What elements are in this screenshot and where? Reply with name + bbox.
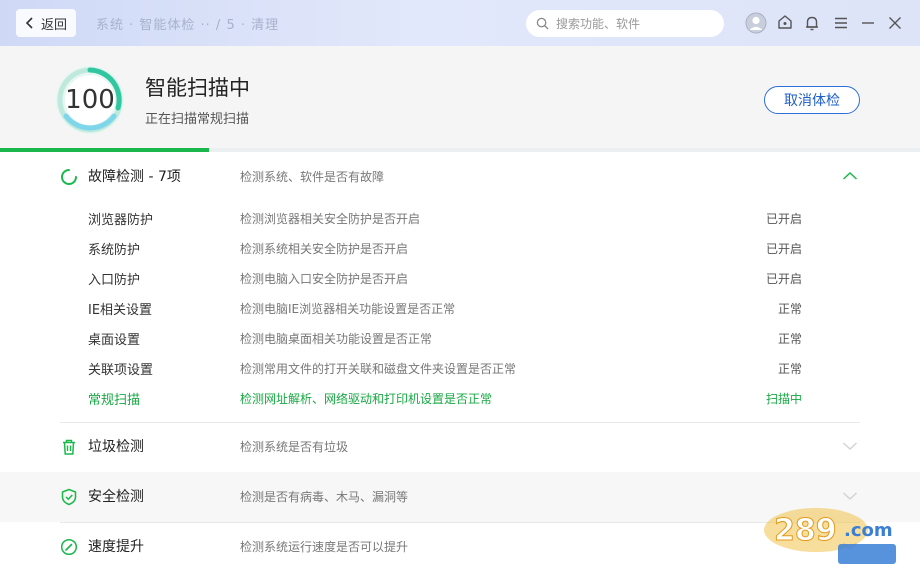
check-item-status: 扫描中 (765, 392, 802, 406)
title-bar: 返回 系统 · 智能体检 ·· / 5 · 清理 (0, 0, 920, 46)
check-item-status: 正常 (777, 332, 802, 346)
minimize-icon[interactable] (856, 11, 880, 35)
section-title: 速度提升 (88, 539, 144, 555)
back-button[interactable]: 返回 (16, 9, 76, 37)
check-item-desc: 检测网址解析、网络驱动和打印机设置是否正常 (240, 392, 493, 406)
check-item-name: 入口防护 (88, 273, 141, 288)
chevron-down-icon[interactable] (842, 440, 858, 452)
section-junk-detection[interactable]: 垃圾检测 检测系统是否有垃圾 (0, 422, 920, 472)
check-item-name: 桌面设置 (88, 333, 141, 348)
check-item-desc: 检测常用文件的打开关联和磁盘文件夹设置是否正常 (240, 362, 517, 376)
check-item-status: 已开启 (765, 272, 802, 286)
check-item-desc: 检测电脑桌面相关功能设置是否正常 (240, 332, 433, 346)
cancel-scan-button[interactable]: 取消体检 (764, 86, 860, 114)
scan-header: 100 智能扫描中 正在扫描常规扫描 取消体检 (0, 46, 920, 150)
check-item: 浏览器防护 检测浏览器相关安全防护是否开启 已开启 (0, 202, 920, 232)
watermark-logo-icon: 289 .com (764, 508, 896, 564)
check-item: 入口防护 检测电脑入口安全防护是否开启 已开启 (0, 262, 920, 292)
section-title: 垃圾检测 (88, 439, 144, 455)
check-item: 关联项设置 检测常用文件的打开关联和磁盘文件夹设置是否正常 正常 (0, 352, 920, 382)
close-icon[interactable] (883, 11, 907, 35)
avatar-icon[interactable] (743, 10, 769, 36)
check-item: 系统防护 检测系统相关安全防护是否开启 已开启 (0, 232, 920, 262)
search-input[interactable] (556, 16, 716, 31)
check-item-name: 系统防护 (88, 243, 141, 258)
check-item-desc: 检测系统相关安全防护是否开启 (240, 242, 409, 256)
loading-spinner-icon (61, 169, 77, 185)
section-desc: 检测系统运行速度是否可以提升 (240, 540, 409, 554)
section-title: 安全检测 (88, 489, 144, 505)
search-box[interactable] (526, 10, 724, 37)
check-item-desc: 检测电脑入口安全防护是否开启 (240, 272, 409, 286)
section-desc: 检测系统、软件是否有故障 (240, 170, 385, 184)
skin-icon[interactable] (773, 11, 797, 35)
search-icon (536, 17, 549, 30)
score-value: 100 (65, 85, 115, 115)
check-item-status: 正常 (777, 302, 802, 316)
page-title: 智能扫描中 (145, 76, 250, 100)
speedometer-icon (60, 538, 78, 556)
breadcrumb: 系统 · 智能体检 ·· / 5 · 清理 (96, 18, 280, 33)
check-item-name: 常规扫描 (88, 393, 141, 408)
section-title: 故障检测 - 7项 (88, 169, 181, 185)
check-item-desc: 检测浏览器相关安全防护是否开启 (240, 212, 421, 226)
check-item-name: 关联项设置 (88, 363, 154, 378)
app-window: 返回 系统 · 智能体检 ·· / 5 · 清理 搜索功能、软件 100 智能扫… (0, 0, 920, 580)
menu-icon[interactable] (829, 11, 853, 35)
check-item: IE相关设置 检测电脑IE浏览器相关功能设置是否正常 正常 (0, 292, 920, 322)
svg-text:289: 289 (774, 513, 837, 548)
check-item-status: 已开启 (765, 212, 802, 226)
back-chevron-icon (25, 17, 33, 29)
shield-check-icon (61, 488, 77, 506)
check-item-name: 浏览器防护 (88, 213, 154, 228)
check-item-status: 已开启 (765, 242, 802, 256)
section-fault-detection[interactable]: 故障检测 - 7项 检测系统、软件是否有故障 (0, 152, 920, 202)
check-item-desc: 检测电脑IE浏览器相关功能设置是否正常 (240, 302, 456, 316)
section-desc: 检测系统是否有垃圾 (240, 440, 349, 454)
scan-status-text: 正在扫描常规扫描 (145, 112, 250, 127)
chevron-up-icon[interactable] (842, 170, 858, 182)
check-item-status: 正常 (777, 362, 802, 376)
check-item: 桌面设置 检测电脑桌面相关功能设置是否正常 正常 (0, 322, 920, 352)
section-desc: 检测是否有病毒、木马、漏洞等 (240, 490, 409, 504)
check-item-name: IE相关设置 (88, 303, 153, 318)
trash-icon (63, 439, 75, 455)
svg-text:.com: .com (844, 520, 893, 541)
bell-icon[interactable] (800, 11, 824, 35)
back-label: 返回 (40, 17, 67, 33)
check-item-active: 常规扫描 检测网址解析、网络驱动和打印机设置是否正常 扫描中 (0, 382, 920, 412)
